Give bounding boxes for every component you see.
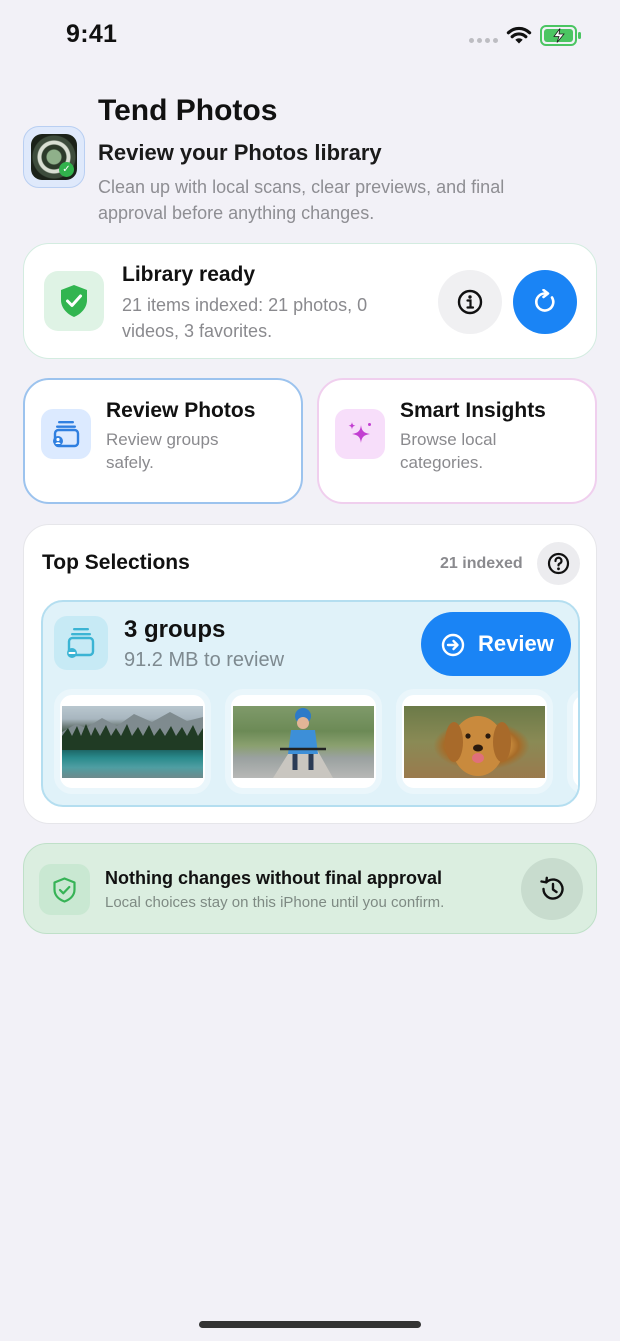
status-description: 21 items indexed: 21 photos, 0 videos, 3… <box>122 295 368 341</box>
top-selections-card: Top Selections 21 indexed 3 groups 91.2 … <box>23 524 597 824</box>
shield-check-icon <box>39 864 90 915</box>
approval-title: Nothing changes without final approval <box>105 868 443 888</box>
photo-thumbnail-dog[interactable] <box>396 689 553 794</box>
status-time: 9:41 <box>66 20 118 48</box>
indexed-count: 21 indexed <box>440 555 523 572</box>
groups-panel: 3 groups 91.2 MB to review Review <box>41 600 580 807</box>
tile-description: Review groups safely. <box>106 430 219 472</box>
review-photos-tile[interactable]: Review Photos Review groups safely. <box>23 378 303 504</box>
battery-charging-icon <box>540 25 581 46</box>
dog-photo <box>404 706 545 778</box>
tile-title: Review Photos <box>106 399 256 422</box>
photo-stack-icon <box>54 616 108 670</box>
section-title: Top Selections <box>42 551 190 574</box>
cellular-signal-icon <box>469 38 498 43</box>
bike-photo <box>233 706 374 778</box>
photo-thumbnail-lake[interactable] <box>54 689 211 794</box>
info-icon <box>457 289 483 315</box>
arrow-circle-right-icon <box>441 633 465 657</box>
app-icon: ✓ <box>23 126 85 188</box>
sparkles-icon <box>335 409 385 459</box>
page-description: Clean up with local scans, clear preview… <box>98 177 505 223</box>
status-title: Library ready <box>122 263 256 286</box>
wifi-icon <box>506 26 532 44</box>
info-button[interactable] <box>438 270 502 334</box>
question-icon <box>547 552 570 575</box>
page-subtitle: Review your Photos library <box>98 140 382 165</box>
camera-lens-icon: ✓ <box>31 134 77 180</box>
groups-count: 3 groups <box>124 616 226 643</box>
home-indicator[interactable] <box>199 1321 421 1328</box>
tile-description: Browse local categories. <box>400 430 497 472</box>
help-button[interactable] <box>537 542 580 585</box>
refresh-icon <box>535 289 555 312</box>
app-title: Tend Photos <box>98 94 278 127</box>
check-badge-icon: ✓ <box>59 162 74 177</box>
smart-insights-tile[interactable]: Smart Insights Browse local categories. <box>317 378 597 504</box>
history-button[interactable] <box>521 858 583 920</box>
groups-size: 91.2 MB to review <box>124 649 285 671</box>
review-button[interactable]: Review <box>421 612 571 676</box>
review-button-label: Review <box>478 631 554 656</box>
photo-stack-icon <box>41 409 91 459</box>
approval-description: Local choices stay on this iPhone until … <box>105 894 445 911</box>
photo-thumbnail-partial[interactable] <box>567 689 578 794</box>
tile-title: Smart Insights <box>400 399 546 422</box>
shield-check-icon <box>44 271 104 331</box>
refresh-button[interactable] <box>513 270 577 334</box>
library-status-card: Library ready 21 items indexed: 21 photo… <box>23 243 597 359</box>
photo-thumbnail-bike[interactable] <box>225 689 382 794</box>
lake-photo <box>62 706 203 778</box>
approval-banner: Nothing changes without final approval L… <box>23 843 597 934</box>
history-clock-icon <box>540 876 564 900</box>
